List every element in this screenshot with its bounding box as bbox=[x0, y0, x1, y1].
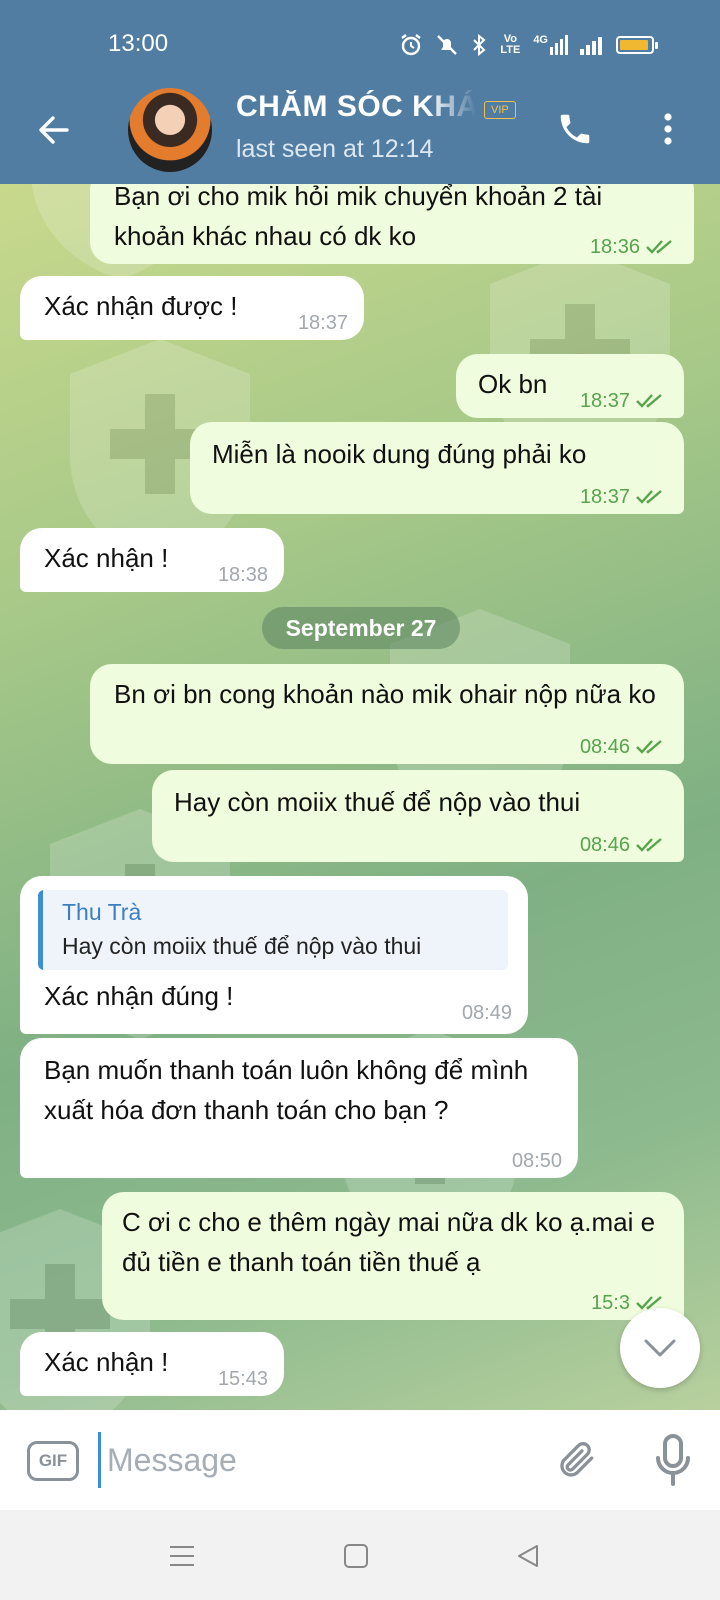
system-navigation-bar bbox=[0, 1510, 720, 1600]
incoming-message[interactable]: Thu Trà Hay còn moiix thuế để nộp vào th… bbox=[20, 876, 528, 1034]
message-text: Hay còn moiix thuế để nộp vào thui bbox=[174, 787, 581, 817]
menu-lines-icon bbox=[170, 1546, 194, 1566]
message-time: 15:43 bbox=[217, 1368, 268, 1390]
volte-label: Vo LTE bbox=[500, 33, 521, 56]
message-text: Bạn ơi cho mik hỏi mik chuyển khoản 2 tà… bbox=[114, 184, 603, 251]
outgoing-message[interactable]: Bn ơi bn cong khoản nào mik ohair nộp nữ… bbox=[90, 664, 684, 764]
incoming-message[interactable]: Xác nhận được ! 18:37 bbox=[20, 276, 364, 340]
message-input[interactable] bbox=[98, 1432, 527, 1488]
mute-icon bbox=[437, 35, 458, 55]
message-time: 08:49 bbox=[461, 1002, 512, 1024]
incoming-message[interactable]: Bạn muốn thanh toán luôn không để mình x… bbox=[20, 1038, 578, 1178]
contact-avatar[interactable] bbox=[128, 88, 212, 172]
reply-accent-bar bbox=[38, 890, 43, 970]
reply-preview[interactable]: Thu Trà Hay còn moiix thuế để nộp vào th… bbox=[38, 890, 508, 970]
message-meta: 18:37 bbox=[298, 312, 348, 334]
double-check-icon bbox=[646, 240, 672, 254]
message-time: 08:46 bbox=[579, 736, 630, 758]
outgoing-message[interactable]: Bạn ơi cho mik hỏi mik chuyển khoản 2 tà… bbox=[90, 184, 694, 264]
more-options-button[interactable] bbox=[648, 104, 688, 154]
status-time: 13:00 bbox=[108, 30, 169, 57]
message-meta: 08:50 bbox=[512, 1150, 562, 1172]
message-meta: 18:38 bbox=[218, 564, 268, 586]
incoming-message[interactable]: Xác nhận ! 15:43 bbox=[20, 1332, 284, 1396]
message-meta: 08:46 bbox=[580, 834, 668, 856]
arrow-left-icon bbox=[39, 116, 69, 144]
signal-icon: 4G bbox=[533, 35, 568, 55]
incoming-message[interactable]: Xác nhận ! 18:38 bbox=[20, 528, 284, 592]
message-meta: 18:37 bbox=[580, 486, 668, 508]
reply-text: Hay còn moiix thuế để nộp vào thui bbox=[62, 933, 422, 959]
message-meta: 08:46 bbox=[580, 736, 668, 758]
chat-header: 13:00 Vo LTE 4G CHĂM SÓC KHÁCH HÀNG VIP … bbox=[0, 0, 720, 184]
message-time: 08:46 bbox=[579, 834, 630, 856]
call-button[interactable] bbox=[550, 104, 600, 154]
message-meta: 18:36 bbox=[590, 236, 678, 258]
message-time: 18:37 bbox=[579, 390, 630, 412]
recent-apps-button[interactable] bbox=[158, 1532, 206, 1580]
chat-title[interactable]: CHĂM SÓC KHÁCH HÀNG bbox=[236, 90, 476, 124]
outgoing-message[interactable]: Hay còn moiix thuế để nộp vào thui 08:46 bbox=[152, 770, 684, 862]
microphone-icon bbox=[656, 1434, 690, 1486]
signal-2-icon bbox=[580, 37, 602, 55]
scroll-to-bottom-button[interactable] bbox=[620, 1308, 700, 1388]
message-meta: 08:49 bbox=[462, 1002, 512, 1024]
battery-icon bbox=[616, 36, 658, 54]
double-check-icon bbox=[636, 838, 662, 852]
system-back-button[interactable] bbox=[504, 1532, 552, 1580]
status-icons: Vo LTE 4G bbox=[399, 30, 658, 60]
message-time: 18:37 bbox=[297, 312, 348, 334]
message-text: Xác nhận đúng ! bbox=[44, 981, 234, 1011]
date-divider: September 27 bbox=[262, 607, 460, 649]
outgoing-message[interactable]: Ok bn 18:37 bbox=[456, 354, 684, 418]
paperclip-icon bbox=[560, 1442, 594, 1477]
message-time: 15:3 bbox=[591, 1292, 630, 1314]
alarm-icon bbox=[401, 34, 422, 56]
back-button[interactable] bbox=[28, 104, 80, 156]
message-text: Miễn là nooik dung đúng phải ko bbox=[212, 439, 587, 469]
last-seen-status: last seen at 12:14 bbox=[236, 135, 434, 163]
reply-author: Thu Trà bbox=[62, 899, 142, 925]
phone-icon bbox=[560, 114, 590, 144]
bluetooth-icon bbox=[473, 33, 486, 57]
outgoing-message[interactable]: C ơi c cho e thêm ngày mai nữa dk ko ạ.m… bbox=[102, 1192, 684, 1320]
double-check-icon bbox=[636, 394, 662, 408]
message-text: Bn ơi bn cong khoản nào mik ohair nộp nữ… bbox=[114, 679, 656, 709]
message-time: 18:37 bbox=[579, 486, 630, 508]
triangle-back-icon bbox=[518, 1545, 538, 1567]
chevron-down-icon bbox=[644, 1339, 676, 1357]
message-list[interactable]: Bạn ơi cho mik hỏi mik chuyển khoản 2 tà… bbox=[0, 184, 720, 1410]
message-meta: 18:37 bbox=[580, 390, 668, 412]
network-label: 4G bbox=[533, 34, 548, 46]
outgoing-message[interactable]: Miễn là nooik dung đúng phải ko 18:37 bbox=[190, 422, 684, 514]
message-time: 18:36 bbox=[589, 236, 640, 258]
vip-badge: VIP bbox=[484, 101, 516, 119]
message-time: 18:38 bbox=[217, 564, 268, 586]
double-check-icon bbox=[636, 740, 662, 754]
more-vertical-icon bbox=[664, 113, 672, 145]
gif-button[interactable]: GIF bbox=[27, 1441, 79, 1481]
square-icon bbox=[344, 1544, 368, 1568]
status-bar: 13:00 Vo LTE 4G bbox=[0, 0, 720, 90]
message-text: Bạn muốn thanh toán luôn không để mình x… bbox=[44, 1055, 529, 1125]
home-button[interactable] bbox=[332, 1532, 380, 1580]
double-check-icon bbox=[636, 490, 662, 504]
message-time: 08:50 bbox=[511, 1150, 562, 1172]
attach-button[interactable] bbox=[552, 1434, 602, 1484]
voice-message-button[interactable] bbox=[648, 1432, 698, 1488]
message-meta: 15:43 bbox=[218, 1368, 268, 1390]
message-composer: GIF bbox=[0, 1410, 720, 1510]
message-text: C ơi c cho e thêm ngày mai nữa dk ko ạ.m… bbox=[122, 1207, 656, 1277]
